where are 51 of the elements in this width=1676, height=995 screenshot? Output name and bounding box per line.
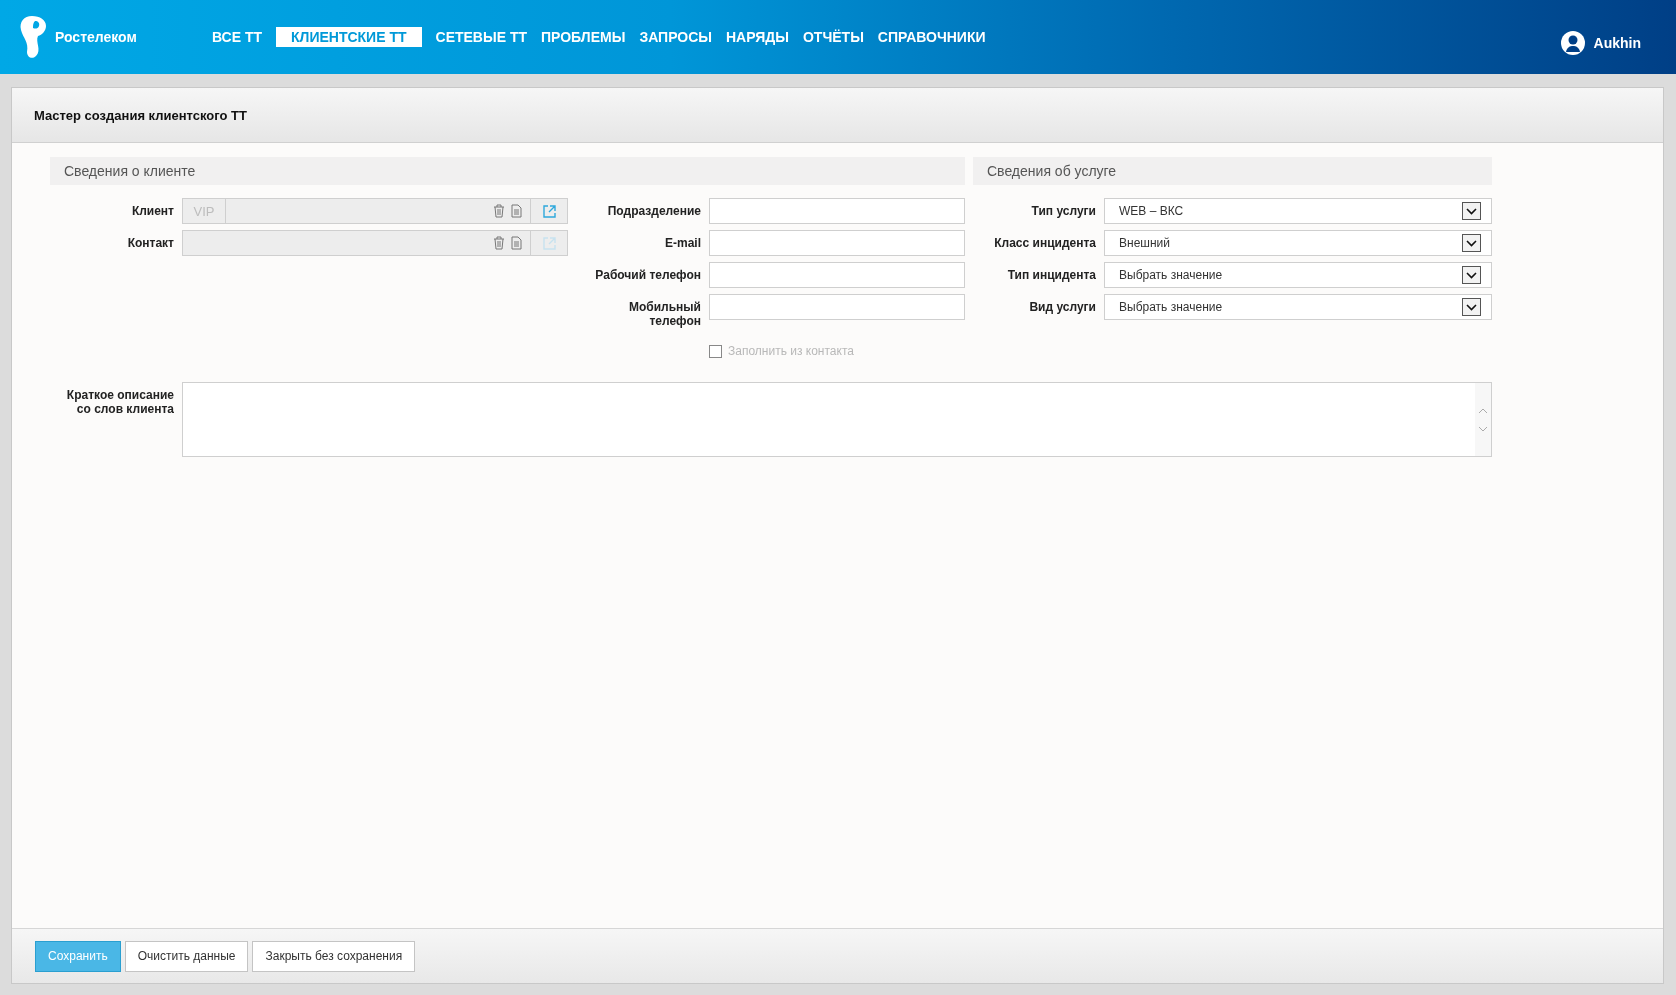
nav-tab[interactable]: ОТЧЁТЫ — [802, 27, 864, 47]
field-label: Тип инцидента — [1006, 267, 1096, 282]
field-label: Тип услуги — [1030, 203, 1096, 218]
select-field[interactable]: Выбрать значение — [1104, 262, 1492, 288]
trash-icon[interactable] — [493, 236, 505, 250]
field-label: Краткое описание со слов клиента — [65, 387, 174, 418]
chevron-down-icon[interactable] — [1462, 202, 1481, 220]
action-button[interactable]: Очистить данные — [124, 940, 249, 972]
document-icon[interactable] — [511, 204, 522, 218]
nav-tab[interactable]: СПРАВОЧНИКИ — [877, 27, 986, 47]
action-button[interactable]: Сохранить — [35, 940, 121, 972]
scroll-up-icon[interactable] — [1478, 407, 1488, 414]
chevron-down-icon[interactable] — [1462, 266, 1481, 284]
trash-icon[interactable] — [493, 204, 505, 218]
lookup-field[interactable] — [182, 230, 568, 256]
select-field[interactable]: Выбрать значение — [1104, 294, 1492, 320]
field-label: Класс инцидента — [993, 235, 1096, 250]
chevron-down-icon[interactable] — [1462, 234, 1481, 252]
document-icon[interactable] — [511, 236, 522, 250]
nav-tab[interactable]: КЛИЕНТСКИЕ ТТ — [276, 27, 422, 47]
brand-name: Ростелеком — [55, 29, 137, 45]
select-field[interactable]: Внешний — [1104, 230, 1492, 256]
nav-tab[interactable]: ПРОБЛЕМЫ — [541, 27, 626, 47]
nav-tab[interactable]: НАРЯДЫ — [726, 27, 789, 47]
field-label: Вид услуги — [1028, 299, 1096, 314]
text-area[interactable] — [182, 382, 1492, 457]
nav-tab[interactable]: ВСЕ ТТ — [212, 27, 263, 47]
input-field[interactable] — [709, 294, 965, 320]
action-button[interactable]: Закрыть без сохранения — [252, 940, 416, 972]
form-title: Мастер создания клиентского ТТ — [34, 107, 247, 123]
field-label: Мобильный телефон — [628, 299, 701, 328]
chevron-down-icon[interactable] — [1462, 298, 1481, 316]
section-header: Сведения о клиенте — [50, 157, 965, 185]
user-name[interactable]: Aukhin — [1593, 35, 1641, 51]
field-label: Клиент — [130, 203, 174, 218]
nav-tab[interactable]: СЕТЕВЫЕ ТТ — [435, 27, 527, 47]
user-avatar-icon[interactable] — [1559, 30, 1586, 56]
field-label: Контакт — [126, 235, 174, 250]
nav-tab[interactable]: ЗАПРОСЫ — [639, 27, 712, 47]
external-link-icon — [542, 236, 556, 250]
select-field[interactable]: WEB – ВКС — [1104, 198, 1492, 224]
input-field[interactable] — [709, 230, 965, 256]
input-field[interactable] — [709, 198, 965, 224]
scroll-down-icon[interactable] — [1478, 425, 1488, 432]
external-link-icon — [542, 204, 556, 218]
field-label: Рабочий телефон — [594, 267, 701, 282]
field-label: Подразделение — [606, 203, 701, 218]
input-field[interactable] — [709, 262, 965, 288]
field-label: E-mail — [664, 235, 701, 250]
section-header: Сведения об услуге — [973, 157, 1492, 185]
checkbox-label: Заполнить из контакта — [728, 344, 854, 358]
